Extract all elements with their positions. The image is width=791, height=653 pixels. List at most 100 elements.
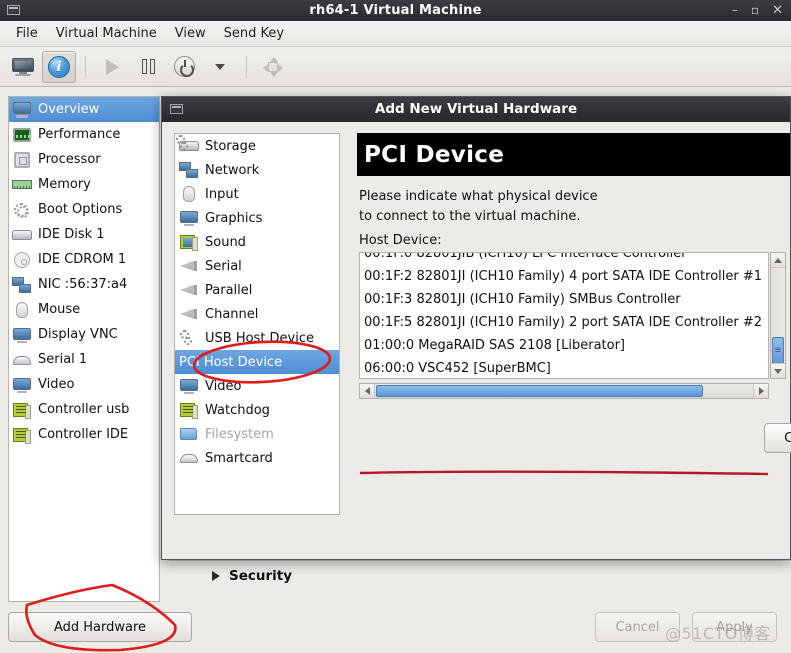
device-type-input[interactable]: Input [175,182,339,206]
host-device-row[interactable]: 00:1F:0 82801JIB (ICH10) LPC Interface C… [360,253,768,265]
sidebar-item-controller-usb[interactable]: Controller usb [9,397,159,422]
menu-send-key[interactable]: Send Key [215,24,293,43]
horizontal-scroll-thumb[interactable] [376,385,703,397]
main-titlebar: rh64-1 Virtual Machine – ▫ ✕ [0,0,791,21]
host-device-row[interactable]: 06:00:0 VSC452 [SuperBMC] [360,357,768,378]
device-type-graphics[interactable]: Graphics [175,206,339,230]
power-icon [173,56,195,77]
device-type-label: Input [205,186,239,202]
device-type-list[interactable]: Storage Network Input Graphics Sound Ser… [174,133,340,515]
host-list-horizontal-scrollbar[interactable] [359,383,769,399]
details-view-button[interactable]: i [42,50,76,83]
resize-arrows-icon [263,56,283,77]
toolbar: i [0,47,791,87]
watermark: @51CTO博客 [665,624,771,643]
sidebar-item-serial-1[interactable]: Serial 1 [9,347,159,372]
memory-icon [12,176,32,194]
sidebar-item-nic[interactable]: NIC :56:37:a4 [9,272,159,297]
menu-view[interactable]: View [166,24,215,43]
sidebar-item-performance[interactable]: Performance [9,122,159,147]
sidebar-item-ide-cdrom-1[interactable]: IDE CDROM 1 [9,247,159,272]
card-icon [179,401,199,419]
device-type-usb-host-device[interactable]: USB Host Device [175,326,339,350]
device-type-network[interactable]: Network [175,158,339,182]
device-type-channel[interactable]: Channel [175,302,339,326]
sidebar-item-controller-ide[interactable]: Controller IDE [9,422,159,447]
sidebar-item-label: Controller usb [38,402,130,417]
host-device-label: Host Device: [359,233,442,248]
device-type-pci-host-device[interactable]: PCI Host Device [175,135,339,374]
scroll-down-button[interactable] [771,363,785,378]
caret-up-icon [774,257,782,263]
cancel-label: Cancel [615,619,660,635]
device-type-storage[interactable]: Storage [175,134,339,158]
device-type-video[interactable]: Video [175,374,339,398]
sidebar-item-overview[interactable]: Overview [9,97,159,122]
card-icon [12,426,32,444]
card-icon [12,401,32,419]
sidebar-item-boot-options[interactable]: Boot Options [9,197,159,222]
vertical-scroll-thumb[interactable]: ≡ [772,337,784,365]
serial-icon [179,305,199,323]
caret-down-icon [774,368,782,374]
sidebar-item-label: Performance [38,127,121,142]
console-icon [12,57,34,76]
sidebar-item-label: IDE CDROM 1 [38,252,127,267]
device-type-sound[interactable]: Sound [175,230,339,254]
mouse-icon [12,301,32,319]
play-icon [105,58,119,75]
mouse-icon [179,185,199,203]
shutdown-menu-button[interactable] [203,51,237,83]
shutdown-button[interactable] [167,51,201,83]
host-device-row[interactable]: 00:1F:3 82801JI (ICH10 Family) SMBus Con… [360,288,768,311]
minimize-icon[interactable]: – [732,0,738,21]
menu-virtual-machine[interactable]: Virtual Machine [47,24,166,43]
host-device-row[interactable]: 00:1F:5 82801JI (ICH10 Family) 2 port SA… [360,311,768,334]
maximize-icon[interactable]: ▫ [751,0,759,21]
device-type-label: Parallel [205,282,253,298]
sound-icon [179,233,199,251]
add-hardware-button[interactable]: Add Hardware [8,612,192,642]
device-type-smartcard[interactable]: Smartcard [175,446,339,470]
host-list-vertical-scrollbar[interactable]: ≡ [770,252,786,379]
host-device-row[interactable]: 00:1F:2 82801JI (ICH10 Family) 4 port SA… [360,265,768,288]
scroll-up-button[interactable] [771,253,785,268]
host-device-row[interactable]: 01:00:0 MegaRAID SAS 2108 [Liberator] [360,334,768,357]
gears-icon [12,201,32,219]
sidebar-item-memory[interactable]: Memory [9,172,159,197]
device-type-watchdog[interactable]: Watchdog [175,398,339,422]
host-device-list[interactable]: 00:1F:0 82801JIB (ICH10) LPC Interface C… [359,252,769,379]
hardware-sidebar[interactable]: Overview Performance Processor Memory Bo… [8,96,160,602]
display-icon [12,326,32,344]
pause-button[interactable] [131,51,165,83]
fullscreen-button[interactable] [256,51,290,83]
scroll-right-button[interactable] [753,384,768,398]
device-type-filesystem: Filesystem [175,422,339,446]
device-type-label: Video [205,378,242,394]
sidebar-item-processor[interactable]: Processor [9,147,159,172]
sidebar-item-ide-disk-1[interactable]: IDE Disk 1 [9,222,159,247]
sidebar-item-video[interactable]: Video [9,372,159,397]
add-hardware-label: Add Hardware [53,619,147,635]
dialog-cancel-button[interactable]: Cancel [764,423,791,453]
video-icon [12,376,32,394]
sidebar-item-label: Processor [38,152,101,167]
sidebar-item-label: Display VNC [38,327,118,342]
device-type-serial[interactable]: Serial [175,254,339,278]
sidebar-item-label: Video [38,377,75,392]
cdrom-icon [12,251,32,269]
toolbar-separator-2 [246,55,247,78]
security-section-header[interactable]: Security [212,568,292,584]
sidebar-item-label: NIC :56:37:a4 [38,277,128,292]
device-type-label: USB Host Device [205,330,315,346]
scroll-left-button[interactable] [360,384,375,398]
console-view-button[interactable] [6,51,40,83]
add-new-virtual-hardware-dialog: Add New Virtual Hardware Storage Network… [161,96,791,560]
device-type-parallel[interactable]: Parallel [175,278,339,302]
sidebar-item-display-vnc[interactable]: Display VNC [9,322,159,347]
sidebar-item-label: Serial 1 [38,352,88,367]
run-button[interactable] [95,51,129,83]
sidebar-item-mouse[interactable]: Mouse [9,297,159,322]
menu-file[interactable]: File [7,24,47,43]
close-icon[interactable]: ✕ [772,0,783,21]
